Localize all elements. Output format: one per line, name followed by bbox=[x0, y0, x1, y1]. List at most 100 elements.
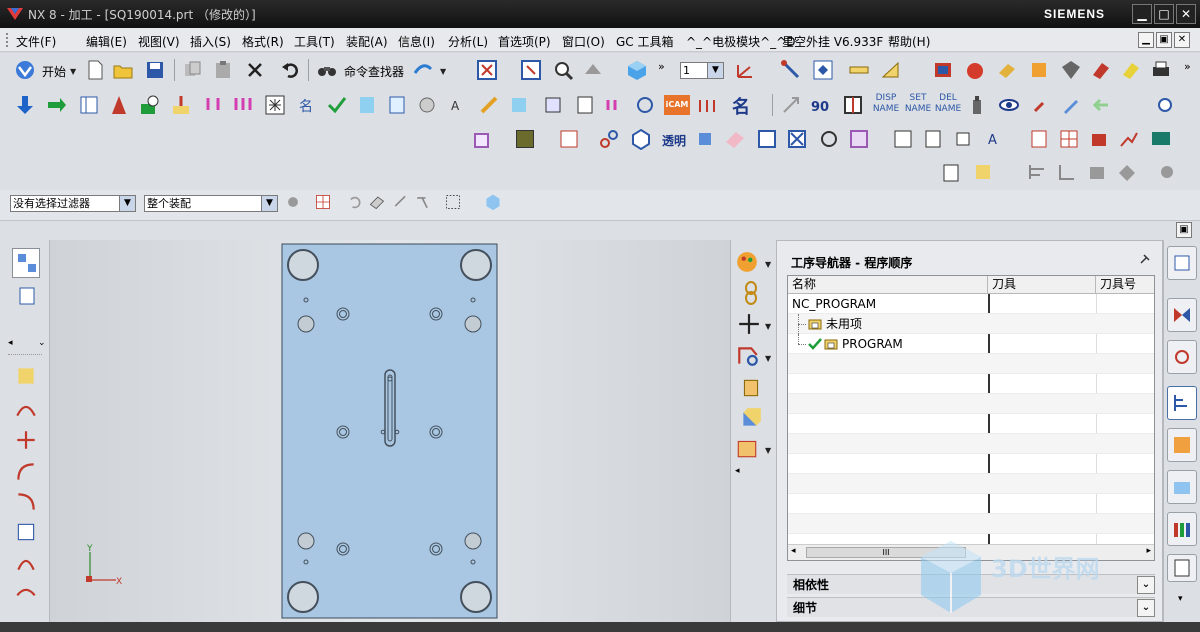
eraser-icon[interactable] bbox=[996, 59, 1018, 81]
menu-tools[interactable]: 工具(T) bbox=[294, 33, 335, 50]
document-icon[interactable] bbox=[1028, 128, 1050, 150]
binoculars-icon[interactable] bbox=[316, 59, 338, 81]
pin-icon[interactable] bbox=[1137, 253, 1151, 267]
print-icon[interactable] bbox=[1150, 59, 1172, 81]
curve-icon[interactable] bbox=[14, 396, 38, 420]
gray-block-icon[interactable] bbox=[1116, 161, 1138, 183]
chevron-down-icon[interactable]: ▼ bbox=[765, 354, 771, 363]
layer-move-icon[interactable] bbox=[558, 128, 580, 150]
cylinder-icon[interactable] bbox=[739, 376, 763, 400]
select-filter-icon[interactable] bbox=[284, 193, 302, 211]
rotate-90-icon[interactable]: 90 bbox=[810, 94, 832, 116]
graph-2-icon[interactable] bbox=[1056, 161, 1078, 183]
new-file-icon[interactable] bbox=[84, 59, 106, 81]
bottle-icon[interactable] bbox=[966, 94, 988, 116]
monitor-icon[interactable] bbox=[1150, 128, 1172, 150]
protractor-icon[interactable] bbox=[880, 59, 902, 81]
resource-tab-palettes[interactable] bbox=[1167, 512, 1197, 546]
hex-cube-icon[interactable] bbox=[630, 128, 652, 150]
analysis-icon[interactable] bbox=[812, 59, 834, 81]
menu-analysis[interactable]: 分析(L) bbox=[448, 33, 488, 50]
zoom-icon[interactable] bbox=[552, 59, 574, 81]
start-button[interactable]: 开始 bbox=[42, 63, 66, 80]
chevron-down-icon[interactable]: ▼ bbox=[70, 67, 76, 76]
shaded-cube-icon[interactable] bbox=[626, 59, 648, 81]
create-tool-icon[interactable] bbox=[46, 94, 68, 116]
column-header-tool-number[interactable]: 刀具号 bbox=[1096, 276, 1154, 294]
snap-point-icon[interactable] bbox=[314, 193, 332, 211]
resource-tab-machine-tool[interactable] bbox=[1167, 428, 1197, 462]
menu-insert[interactable]: 插入(S) bbox=[190, 33, 231, 50]
doc-minimize-button[interactable]: ▁ bbox=[1138, 32, 1154, 48]
chevron-down-icon[interactable]: ▼ bbox=[765, 260, 771, 269]
minimize-button[interactable]: ▁ bbox=[1132, 4, 1152, 24]
snap-view-icon[interactable] bbox=[412, 59, 434, 81]
dropdown-arrow-icon[interactable]: ▼ bbox=[707, 63, 723, 78]
spline-icon[interactable] bbox=[14, 460, 38, 484]
selection-filter-select[interactable]: 没有选择过滤器 ▼ bbox=[10, 195, 136, 212]
settings-icon[interactable] bbox=[1154, 94, 1176, 116]
simulate-machine-icon[interactable]: 名 bbox=[296, 94, 318, 116]
feature-icon[interactable] bbox=[1028, 59, 1050, 81]
clipboard-icon[interactable] bbox=[940, 161, 962, 183]
save-icon[interactable] bbox=[144, 59, 166, 81]
chevron-down-icon[interactable]: ⌄ bbox=[38, 338, 46, 348]
line-icon[interactable] bbox=[14, 428, 38, 452]
part-navigator-icon[interactable] bbox=[16, 285, 38, 307]
box-icon[interactable] bbox=[694, 128, 716, 150]
assembly-navigator-tab[interactable] bbox=[12, 248, 40, 278]
scroll-left-icon[interactable]: ◂ bbox=[735, 466, 740, 476]
resource-tab-history[interactable] bbox=[1167, 554, 1197, 582]
open-folder-icon[interactable] bbox=[112, 59, 134, 81]
resource-tab-operation-navigator[interactable] bbox=[1167, 386, 1197, 420]
postprocess-icon[interactable] bbox=[356, 94, 378, 116]
doc-restore-button[interactable]: ▣ bbox=[1156, 32, 1172, 48]
grid-icon[interactable] bbox=[1058, 128, 1080, 150]
close-button[interactable]: ✕ bbox=[1176, 4, 1196, 24]
menu-electrode-module[interactable]: ^_^电极模块^_^D bbox=[686, 33, 795, 50]
color-palette-icon[interactable] bbox=[735, 250, 759, 274]
table-row[interactable]: 未用项 bbox=[788, 314, 1154, 334]
block-icon[interactable] bbox=[1060, 59, 1082, 81]
transparency-button[interactable]: 透明 bbox=[662, 132, 686, 149]
set-name-button[interactable]: SET NAME bbox=[904, 93, 932, 115]
small-cube-icon[interactable] bbox=[484, 193, 502, 211]
tool-gray-icon[interactable] bbox=[1156, 161, 1178, 183]
resource-tab-part-navigator[interactable] bbox=[1167, 340, 1197, 374]
layer-select[interactable]: 1 ▼ bbox=[680, 62, 724, 79]
icam-button[interactable]: iCAM bbox=[664, 95, 690, 115]
more-icon[interactable]: » bbox=[1184, 60, 1191, 73]
menu-assembly[interactable]: 装配(A) bbox=[346, 33, 388, 50]
chevron-down-icon[interactable]: ▼ bbox=[765, 446, 771, 455]
create-program-icon[interactable] bbox=[14, 94, 36, 116]
offset-curve-icon[interactable] bbox=[14, 520, 38, 544]
magnet-icon[interactable] bbox=[1090, 59, 1112, 81]
cls-icon[interactable] bbox=[416, 94, 438, 116]
menu-gc-toolbox[interactable]: GC 工具箱 bbox=[616, 33, 674, 50]
table-row[interactable]: PROGRAM bbox=[788, 334, 1154, 354]
chevron-down-icon[interactable]: ▼ bbox=[765, 322, 771, 331]
dropdown-arrow-icon[interactable]: ▼ bbox=[119, 196, 135, 211]
chevron-down-icon[interactable]: ▼ bbox=[440, 67, 446, 76]
scroll-left-arrow-icon[interactable]: ◂ bbox=[791, 546, 796, 556]
more-icon[interactable]: » bbox=[658, 60, 665, 73]
paste-icon[interactable] bbox=[212, 59, 234, 81]
square-icon[interactable] bbox=[952, 128, 974, 150]
link-icon[interactable] bbox=[598, 128, 620, 150]
wireframe-cube-icon[interactable] bbox=[472, 128, 494, 150]
bridge-curve-icon[interactable] bbox=[14, 550, 38, 574]
tool-path-edit-icon[interactable] bbox=[508, 94, 530, 116]
dropdown-arrow-icon[interactable]: ▼ bbox=[261, 196, 277, 211]
pin-icon[interactable] bbox=[392, 193, 410, 211]
resource-tab-reuse-library[interactable] bbox=[1167, 470, 1197, 504]
menu-xingkong-plugin[interactable]: 星空外挂 V6.933F bbox=[782, 33, 883, 50]
restore-small-button[interactable]: ▣ bbox=[1176, 222, 1192, 238]
disp-name-button[interactable]: DISP NAME bbox=[872, 93, 900, 115]
box-solid-icon[interactable] bbox=[739, 406, 763, 430]
menu-info[interactable]: 信息(I) bbox=[398, 33, 435, 50]
list-toolpath-icon[interactable] bbox=[232, 94, 254, 116]
verify-toolpath-icon[interactable] bbox=[264, 94, 286, 116]
annotation-icon[interactable]: A bbox=[984, 128, 1006, 150]
plane-icon[interactable] bbox=[724, 128, 746, 150]
menu-preferences[interactable]: 首选项(P) bbox=[498, 33, 551, 50]
